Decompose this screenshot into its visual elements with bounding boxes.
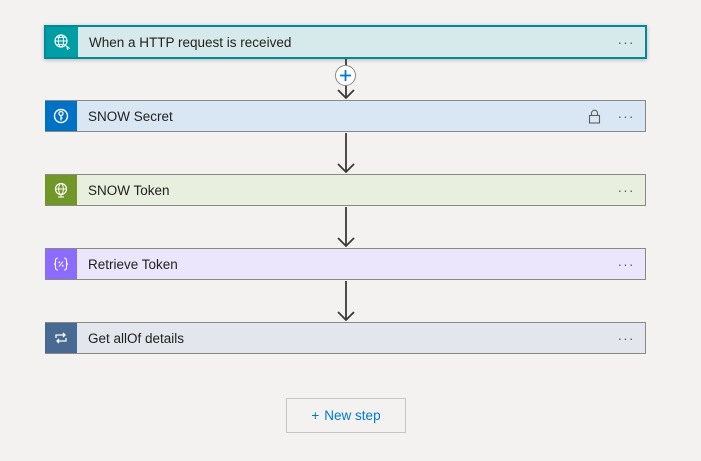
more-options-icon[interactable]: ···	[615, 256, 637, 272]
more-options-icon[interactable]: ···	[615, 182, 637, 198]
insert-step-button[interactable]	[335, 65, 356, 86]
more-options-icon[interactable]: ···	[615, 330, 637, 346]
lock-icon	[588, 109, 601, 124]
globe-icon	[45, 175, 77, 205]
step-card-snow-token[interactable]: SNOW Token ···	[45, 174, 646, 206]
step-card-retrieve-token[interactable]: Retrieve Token ···	[45, 248, 646, 280]
step-title: SNOW Token	[88, 182, 170, 198]
more-options-icon[interactable]: ···	[615, 34, 637, 50]
plus-icon	[340, 70, 351, 81]
step-card-http-trigger[interactable]: When a HTTP request is received ···	[44, 25, 647, 59]
step-title: When a HTTP request is received	[89, 34, 292, 50]
loop-icon	[45, 323, 77, 353]
plus-icon: +	[311, 408, 320, 423]
connector-arrow	[337, 281, 355, 322]
parse-json-icon	[45, 249, 77, 279]
new-step-button[interactable]: + New step	[286, 398, 406, 433]
connector-arrow	[337, 133, 355, 174]
step-title: SNOW Secret	[88, 108, 173, 124]
http-globe-icon	[46, 27, 78, 57]
more-options-icon[interactable]: ···	[615, 108, 637, 124]
step-title: Get allOf details	[88, 330, 185, 346]
step-card-get-allof-details[interactable]: Get allOf details ···	[45, 322, 646, 354]
key-vault-icon	[45, 101, 77, 131]
connector-arrow	[337, 207, 355, 248]
step-card-snow-secret[interactable]: SNOW Secret ···	[45, 100, 646, 132]
step-title: Retrieve Token	[88, 256, 178, 272]
new-step-label: New step	[324, 408, 381, 423]
